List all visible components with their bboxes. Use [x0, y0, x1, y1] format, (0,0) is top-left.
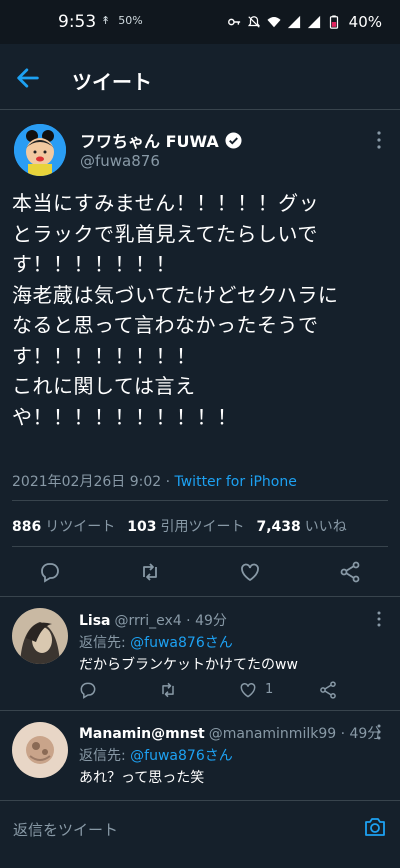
camera-icon[interactable]	[363, 815, 387, 839]
page-title: ツイート	[72, 70, 152, 94]
reply-to-line: 返信先: @fuwa876さん	[79, 632, 233, 652]
like-label: いいね	[304, 519, 347, 535]
like-icon[interactable]	[238, 680, 258, 700]
reply-to-handle[interactable]: @fuwa876さん	[130, 748, 233, 764]
reply-author-name[interactable]: Lisa	[79, 613, 111, 629]
reply-text: だからブランケットかけてたのww	[79, 657, 298, 673]
more-options-icon[interactable]	[376, 723, 382, 741]
data-saver-icon: 50%	[118, 14, 143, 27]
reply-to-label: 返信先:	[79, 635, 131, 651]
tweet-actions	[0, 558, 400, 588]
divider	[12, 500, 388, 501]
tweet-timestamp: 2021年02月26日 9:02 ·	[12, 474, 175, 490]
header: ツイート	[0, 44, 400, 110]
reply-compose-input[interactable]: 返信をツイート	[13, 819, 118, 840]
share-icon[interactable]	[318, 680, 338, 700]
more-options-icon[interactable]	[376, 130, 382, 150]
tweet-source-link[interactable]: Twitter for iPhone	[175, 474, 297, 490]
tweet-meta: 2021年02月26日 9:02 · Twitter for iPhone	[12, 471, 297, 491]
quote-label: 引用ツイート	[160, 519, 245, 535]
status-left-icons: ↟ 50%	[101, 14, 143, 27]
status-time: 9:53	[58, 12, 97, 32]
like-count: 7,438	[256, 519, 301, 535]
reply-avatar[interactable]	[12, 608, 68, 664]
like-icon[interactable]	[238, 560, 262, 584]
avatar-image	[14, 124, 66, 176]
share-icon[interactable]	[338, 560, 362, 584]
reply-like-count: 1	[265, 682, 274, 697]
quote-stat[interactable]: 103 引用ツイート	[127, 516, 244, 536]
mute-icon	[247, 16, 260, 28]
reply-to-handle[interactable]: @fuwa876さん	[130, 635, 233, 651]
divider	[0, 710, 400, 711]
more-options-icon[interactable]	[376, 610, 382, 628]
reply-avatar[interactable]	[12, 722, 68, 778]
reply-author-handle-time: @manaminmilk99 · 49分	[208, 726, 382, 742]
battery-icon	[329, 15, 338, 29]
battery-percent: 40%	[348, 13, 382, 31]
author-handle[interactable]: @fuwa876	[80, 152, 160, 170]
reply-to-line: 返信先: @fuwa876さん	[79, 745, 233, 765]
quote-count: 103	[127, 519, 157, 535]
back-arrow-icon[interactable]	[14, 64, 42, 92]
retweet-stat[interactable]: 886 リツイート	[12, 516, 115, 536]
compose-bar: 返信をツイート	[0, 800, 400, 868]
signal-icon	[287, 15, 300, 29]
avatar-image	[12, 608, 68, 664]
retweet-count: 886	[12, 519, 42, 535]
reply-icon[interactable]	[38, 560, 62, 584]
divider	[12, 546, 388, 547]
author-name[interactable]: フワちゃん FUWA	[80, 128, 219, 152]
wifi-icon	[267, 16, 281, 28]
reply-text: あれ？って思った笑	[79, 770, 205, 786]
reply-icon[interactable]	[78, 680, 98, 700]
reply-author-handle-time: @rrri_ex4 · 49分	[114, 613, 227, 629]
tweet-text: 本当にすみません！！！！！グッ とラックで乳首見えてたらしいで す！！！！！！！…	[12, 191, 339, 429]
signal-icon-2	[307, 15, 320, 29]
author-name-row[interactable]: フワちゃん FUWA	[80, 128, 242, 152]
key-icon	[227, 18, 240, 26]
reply-header[interactable]: Lisa @rrri_ex4 · 49分	[79, 610, 227, 630]
reply-actions: 1	[0, 680, 400, 704]
notification-icon: ↟	[101, 14, 111, 27]
retweet-icon[interactable]	[138, 560, 162, 584]
reply-header[interactable]: Manamin@mnst @manaminmilk99 · 49分	[79, 723, 381, 743]
reply-to-label: 返信先:	[79, 748, 131, 764]
status-bar: 9:53 ↟ 50% 40%	[0, 0, 400, 44]
reply-author-name[interactable]: Manamin@mnst	[79, 726, 205, 742]
author-avatar[interactable]	[14, 124, 66, 176]
retweet-icon[interactable]	[158, 680, 178, 700]
verified-badge-icon	[225, 131, 242, 149]
tweet-stats: 886 リツイート 103 引用ツイート 7,438 いいね	[12, 516, 347, 536]
retweet-label: リツイート	[45, 519, 116, 535]
like-stat[interactable]: 7,438 いいね	[256, 516, 346, 536]
avatar-image	[12, 722, 68, 778]
divider	[0, 596, 400, 597]
status-right-icons: 40%	[227, 13, 382, 31]
